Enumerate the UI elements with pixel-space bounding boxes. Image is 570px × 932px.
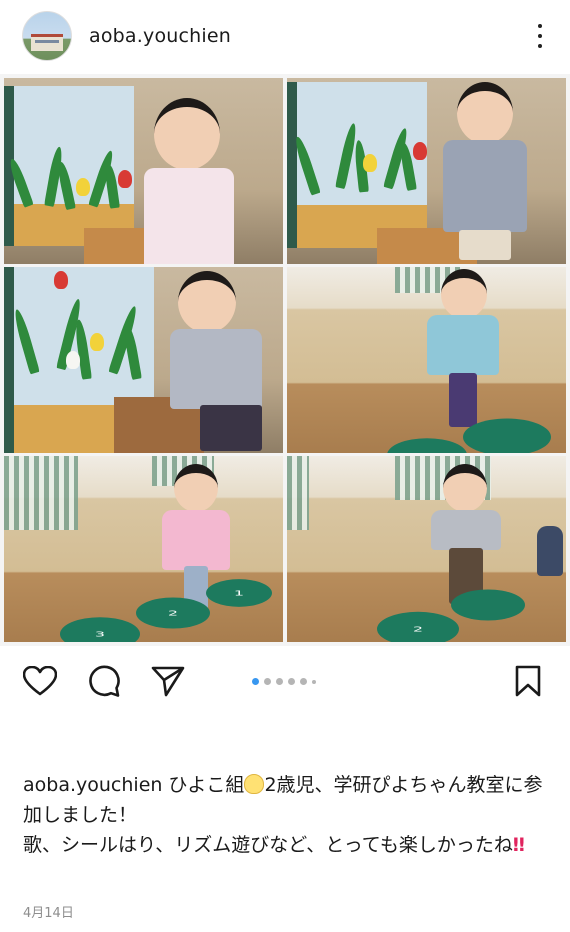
photo-boy-rhythm (287, 267, 566, 453)
comment-button[interactable] (86, 664, 122, 698)
school-building-icon (31, 34, 63, 51)
share-button[interactable] (150, 664, 186, 698)
more-dot (538, 24, 542, 28)
more-dot (538, 44, 542, 48)
caption-username[interactable]: aoba.youchien (23, 774, 162, 796)
more-dot (538, 34, 542, 38)
post-image-carousel[interactable]: 2 1 3 2 (0, 74, 570, 646)
post-actions (0, 656, 570, 704)
carousel-dot (288, 678, 295, 685)
bookmark-icon (515, 665, 541, 697)
comment-bubble-icon (89, 665, 120, 697)
photo-child-stickers (4, 267, 283, 453)
post-date: 4月14日 (23, 906, 74, 921)
photo-girl-rhythm: 2 1 3 (4, 456, 283, 642)
post-username[interactable]: aoba.youchien (89, 25, 231, 47)
heart-icon (23, 666, 57, 696)
post-caption: aoba.youchien ひよこ組 2歳児、学研ぴよちゃん教室に参加しました！ 歌… (23, 770, 548, 860)
photo-boy-steps: 2 (287, 456, 566, 642)
carousel-dot (300, 678, 307, 685)
carousel-dot (312, 679, 316, 684)
caption-text-line2: 歌、シールはり、リズム遊びなど、とっても楽しかったね (23, 834, 513, 856)
photo-boy-at-board (287, 78, 566, 264)
carousel-dot-active (252, 678, 259, 685)
post-header: aoba.youchien (0, 0, 570, 72)
caption-text-part1: ひよこ組 (168, 774, 245, 796)
like-button[interactable] (22, 664, 58, 698)
paper-plane-icon (151, 666, 185, 697)
chick-emoji-icon (244, 774, 265, 794)
carousel-dot (264, 678, 271, 685)
carousel-indicator (252, 678, 316, 685)
save-button[interactable] (510, 664, 546, 698)
more-options-button[interactable] (534, 22, 546, 50)
profile-avatar[interactable] (22, 11, 72, 61)
photo-girl-at-board (4, 78, 283, 264)
double-exclamation-icon: ‼ (512, 834, 525, 856)
carousel-dot (276, 678, 283, 685)
